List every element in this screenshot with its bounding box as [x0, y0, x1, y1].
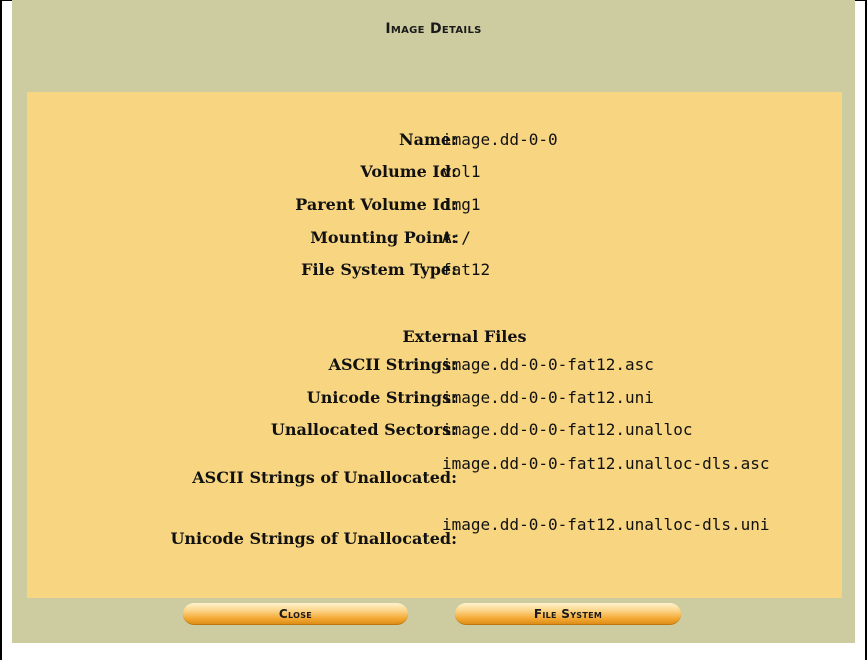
close-button[interactable]: Close — [183, 603, 408, 625]
file-system-type-label: File System Type: — [301, 260, 457, 279]
unallocated-sectors-label: Unallocated Sectors: — [270, 420, 457, 439]
file-system-button[interactable]: File System — [455, 603, 681, 625]
detail-row-volume-id: Volume Id: vol1 — [27, 162, 842, 188]
external-file-row-ascii-unallocated: ASCII Strings of Unallocated: image.dd-0… — [27, 454, 842, 518]
unicode-unallocated-link[interactable]: image.dd-0-0-fat12.unalloc-dls.uni — [442, 513, 822, 537]
ascii-unallocated-label: ASCII Strings of Unallocated: — [192, 468, 457, 487]
ascii-strings-label: ASCII Strings: — [328, 355, 457, 374]
detail-row-name: Name: image.dd-0-0 — [27, 130, 842, 156]
external-files-heading-text: External Files — [402, 327, 527, 346]
unicode-unallocated-label: Unicode Strings of Unallocated: — [170, 529, 457, 548]
unallocated-sectors-link[interactable]: image.dd-0-0-fat12.unalloc — [442, 420, 692, 439]
mounting-point-label: Mounting Point: — [310, 228, 457, 247]
parent-volume-id-label: Parent Volume Id: — [295, 195, 457, 214]
detail-row-file-system-type: File System Type: fat12 — [27, 260, 842, 286]
page-title: Image Details — [385, 21, 482, 37]
file-system-type-value: fat12 — [442, 260, 491, 279]
external-file-row-unicode-unallocated: Unicode Strings of Unallocated: image.dd… — [27, 515, 842, 579]
detail-row-mounting-point: Mounting Point: A:/ — [27, 228, 842, 254]
detail-row-parent-volume-id: Parent Volume Id: img1 — [27, 195, 842, 221]
ascii-strings-link[interactable]: image.dd-0-0-fat12.asc — [442, 355, 654, 374]
name-value: image.dd-0-0 — [442, 130, 558, 149]
external-file-row-unallocated: Unallocated Sectors: image.dd-0-0-fat12.… — [27, 420, 842, 446]
parent-volume-id-value: img1 — [442, 195, 481, 214]
external-files-heading: External Files — [27, 327, 842, 346]
unicode-strings-label: Unicode Strings: — [306, 388, 457, 407]
volume-id-value: vol1 — [442, 162, 481, 181]
external-file-row-unicode: Unicode Strings: image.dd-0-0-fat12.uni — [27, 388, 842, 414]
details-box: Name: image.dd-0-0 Volume Id: vol1 Paren… — [27, 92, 842, 598]
image-details-panel: Image Details Name: image.dd-0-0 Volume … — [12, 0, 855, 643]
external-file-row-ascii: ASCII Strings: image.dd-0-0-fat12.asc — [27, 355, 842, 381]
ascii-unallocated-link[interactable]: image.dd-0-0-fat12.unalloc-dls.asc — [442, 452, 822, 476]
window-left-border — [0, 0, 2, 660]
unicode-strings-link[interactable]: image.dd-0-0-fat12.uni — [442, 388, 654, 407]
mounting-point-value: A:/ — [442, 228, 471, 247]
